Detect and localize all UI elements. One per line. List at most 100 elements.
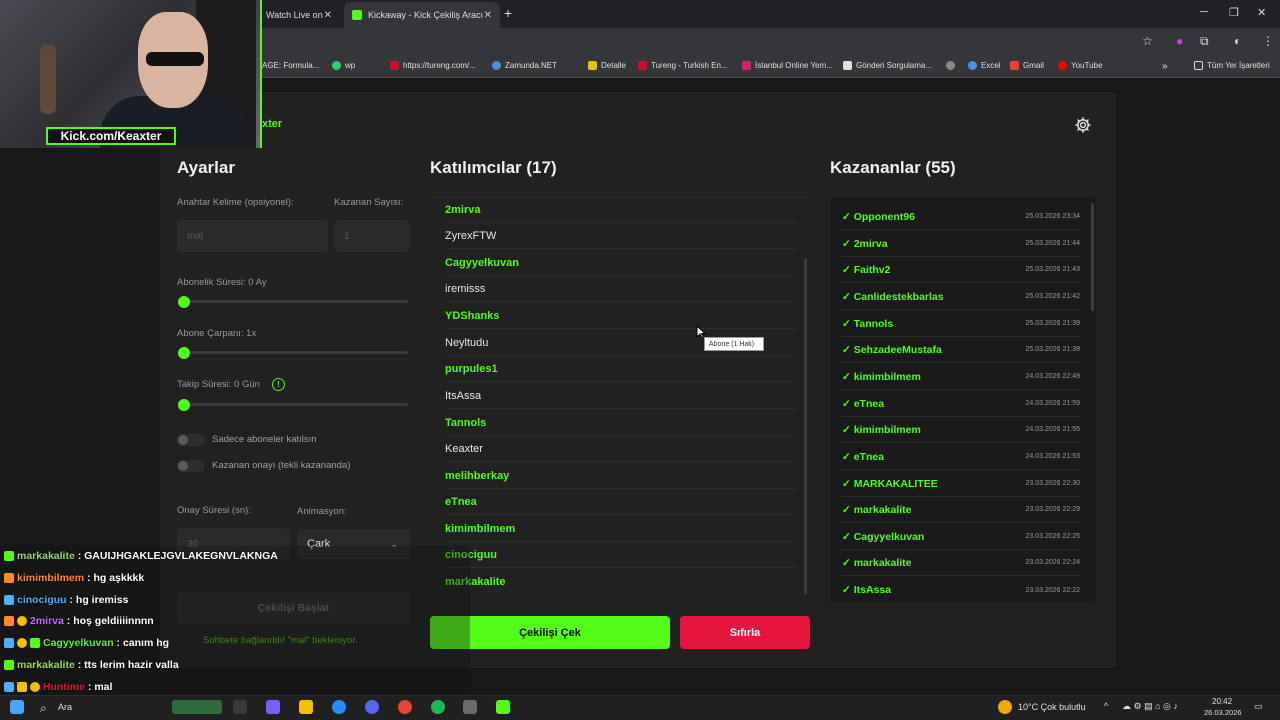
slider-handle[interactable] [178,347,190,359]
obs-icon[interactable] [463,700,477,714]
winner-row[interactable]: ✓ kimimbilmem 24.03.2026 21:55 [842,417,1080,443]
badge-icon [17,638,27,648]
notification-icon[interactable]: ▭ [1254,701,1263,712]
bookmark-item[interactable]: https://tureng.com/... [390,61,476,70]
winners-scrollbar[interactable] [1091,203,1094,311]
info-icon[interactable]: ! [272,378,285,391]
settings-title: Ayarlar [177,158,235,177]
close-icon[interactable]: ✕ [324,10,332,21]
winner-row[interactable]: ✓ MARKAKALITEE 23.03.2026 22:30 [842,471,1080,497]
weather-text[interactable]: 10°C Çok bulutlu [1018,702,1086,712]
winner-row[interactable]: ✓ ItsAssa 23.03.2026 22:22 [842,577,1080,603]
winner-count-input[interactable]: 1 [334,220,410,252]
window-close-icon[interactable]: ✕ [1257,6,1266,19]
participant-row[interactable]: YDShanks [445,303,797,329]
bookmarks-overflow-icon[interactable]: » [1162,61,1168,72]
sub-multiplier-slider[interactable] [184,351,408,354]
slider-handle[interactable] [178,296,190,308]
participants-scrollbar[interactable] [804,258,807,594]
participant-row[interactable]: ZyrexFTW [445,223,797,249]
winner-row[interactable]: ✓ eTnea 24.03.2026 21:53 [842,444,1080,470]
gmail-icon [1010,61,1019,70]
bookmark-item[interactable]: wp [332,61,355,70]
winner-row[interactable]: ✓ SehzadeeMustafa 25.03.2026 21:39 [842,337,1080,363]
chrome-icon[interactable] [398,700,412,714]
winner-row[interactable]: ✓ Faithv2 25.03.2026 21:43 [842,257,1080,283]
windows-start-icon[interactable] [10,700,24,714]
winner-row[interactable]: ✓ Opponent96 25.03.2026 23:34 [842,204,1080,230]
participant-row[interactable]: 2mirva [445,197,797,223]
copilot-icon[interactable] [266,700,280,714]
kick-app-icon[interactable] [496,700,510,714]
avatar[interactable]: ◐ [1234,34,1241,48]
bookmark-item[interactable]: Gmail [1010,61,1044,70]
bookmark-item[interactable]: YouTube [1058,61,1102,70]
spotify-icon[interactable] [431,700,445,714]
participant-row[interactable]: markakalite [445,569,797,595]
bookmark-item[interactable]: Gönderi Sorgulama... [843,61,932,70]
bookmark-item[interactable]: İstanbul Online Yem... [742,61,833,70]
tray-icons[interactable]: ☁ ⚙ ▤ ⌂ ◎ ♪ [1122,701,1178,712]
winner-row[interactable]: ✓ 2mirva 25.03.2026 21:44 [842,231,1080,257]
participant-row[interactable]: Tannols [445,410,797,436]
participant-row[interactable]: cinociguu [445,542,797,568]
participant-row[interactable]: purpules1 [445,356,797,382]
participant-row[interactable]: Cagyyelkuvan [445,250,797,276]
winner-row[interactable]: ✓ Canlidestekbarlas 25.03.2026 21:42 [842,284,1080,310]
only-subs-toggle[interactable] [177,434,205,446]
keyword-input[interactable]: mal [177,220,328,252]
winner-date: 24.03.2026 22:49 [1025,373,1081,380]
participant-row[interactable]: ItsAssa [445,383,797,409]
taskbar-search[interactable]: Ara [58,702,72,712]
participant-row[interactable]: kimimbilmem [445,516,797,542]
all-bookmarks-folder[interactable]: Tüm Yer İşaretleri [1194,61,1270,70]
discord-icon[interactable] [365,700,379,714]
winner-row[interactable]: ✓ eTnea 24.03.2026 21:59 [842,391,1080,417]
tab-watch-live[interactable]: Watch Live on ✕ [258,2,340,28]
clock-time[interactable]: 20:42 [1212,697,1232,706]
new-tab-icon[interactable]: + [504,5,512,21]
chat-message: 2mirva : hoş geldiiiinnnn [4,615,154,627]
profile-extension-icon[interactable]: ● [1176,34,1183,48]
gear-icon[interactable] [1074,116,1092,134]
winner-row[interactable]: ✓ markakalite 23.03.2026 22:29 [842,497,1080,523]
bookmark-item[interactable]: Detalle [588,61,626,70]
bookmark-item[interactable]: AGE: Formula... [262,61,319,70]
sub-duration-slider[interactable] [184,300,408,303]
bookmark-item[interactable]: Excel [968,61,1001,70]
participant-row[interactable]: eTnea [445,489,797,515]
edge-icon[interactable] [332,700,346,714]
bookmark-item[interactable] [946,61,959,70]
bookmark-label: https://tureng.com/... [403,61,476,70]
reset-button[interactable]: Sıfırla [680,616,810,649]
winner-row[interactable]: ✓ kimimbilmem 24.03.2026 22:49 [842,364,1080,390]
url-field[interactable] [262,32,1162,52]
menu-icon[interactable]: ⋮ [1262,34,1274,48]
bookmark-label: wp [345,61,356,70]
winner-row[interactable]: ✓ Tannols 25.03.2026 21:39 [842,311,1080,337]
bookmark-item[interactable]: Zamunda.NET [492,61,557,70]
winner-row[interactable]: ✓ Cagyyelkuvan 23.03.2026 22:25 [842,524,1080,550]
follow-duration-slider[interactable] [184,403,408,406]
extensions-icon[interactable]: ⧉ [1200,34,1209,49]
search-icon[interactable]: ⌕ [40,701,47,716]
chevron-up-icon[interactable]: ^ [1104,701,1108,711]
task-view-icon[interactable] [233,700,247,714]
maximize-icon[interactable]: ❐ [1229,6,1239,19]
tab-kickaway[interactable]: Kickaway - Kick Çekiliş Aracı ✕ [344,2,500,28]
close-icon[interactable]: ✕ [484,10,492,21]
winner-row[interactable]: ✓ markakalite 23.03.2026 22:24 [842,550,1080,576]
clock-date[interactable]: 26.03.2026 [1204,708,1242,717]
bookmark-item[interactable]: Tureng - Turkish En... [638,61,728,70]
participant-row[interactable]: melihberkay [445,463,797,489]
winner-approval-label: Kazanan onayı (tekli kazananda) [212,460,351,471]
star-icon[interactable]: ☆ [1142,34,1153,48]
winner-approval-toggle[interactable] [177,460,205,472]
badge-icon [4,595,14,605]
participant-row[interactable]: iremisss [445,276,797,302]
file-explorer-icon[interactable] [299,700,313,714]
minimize-icon[interactable]: ─ [1200,6,1208,18]
participant-row[interactable]: Keaxter [445,436,797,462]
slider-handle[interactable] [178,399,190,411]
site-logo[interactable]: xter [262,118,282,130]
